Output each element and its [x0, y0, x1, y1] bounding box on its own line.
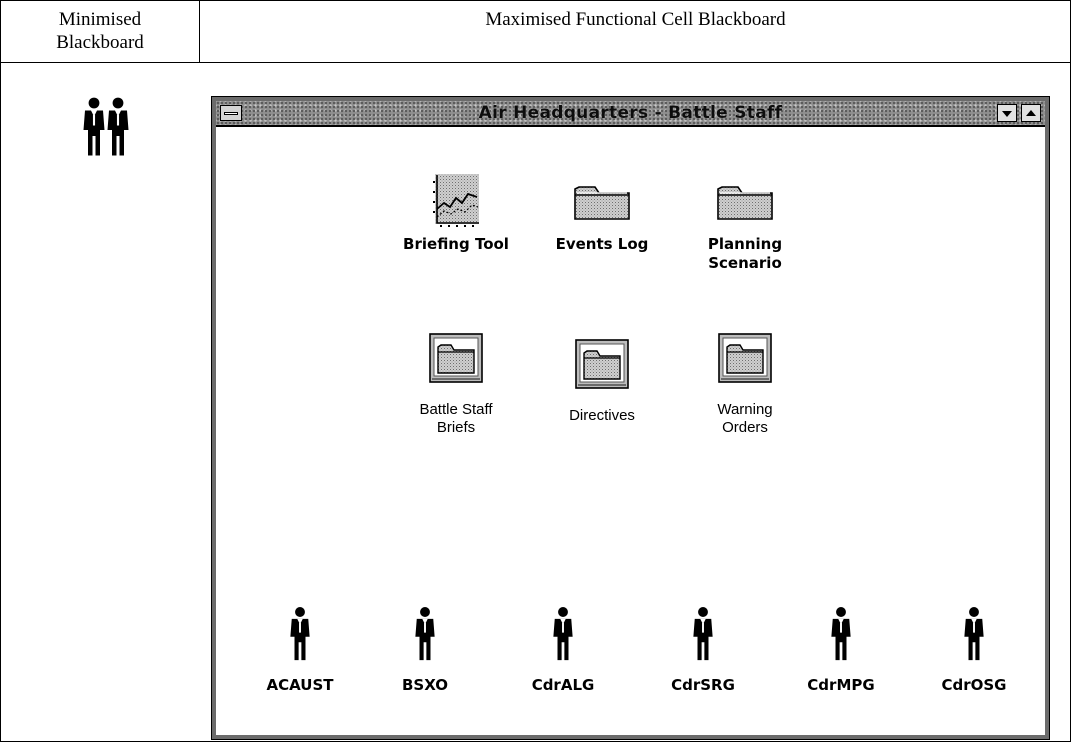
user-cdrsrg[interactable]: CdrSRG	[648, 605, 758, 695]
maximised-header: Maximised Functional Cell Blackboard	[201, 1, 1070, 62]
user-cdralg[interactable]: CdrALG	[508, 605, 618, 695]
battle-staff-window[interactable]: Air Headquarters - Battle Staff Briefing…	[211, 96, 1050, 740]
user-label: ACAUST	[266, 676, 334, 694]
minimised-blackboard-icon[interactable]	[82, 95, 132, 163]
framed-folder-icon	[429, 333, 483, 383]
window-title: Air Headquarters - Battle Staff	[478, 103, 783, 123]
person-icon	[553, 607, 573, 661]
chevron-down-icon	[1002, 111, 1012, 117]
person-icon	[290, 607, 310, 661]
user-cdrmpg[interactable]: CdrMPG	[786, 605, 896, 695]
person-icon	[415, 607, 435, 661]
events-log[interactable]: Events Log	[537, 181, 667, 254]
minimised-header: Minimised Blackboard	[1, 1, 200, 62]
warning-orders[interactable]: Warning Orders	[680, 333, 810, 437]
directives-label: Directives	[569, 407, 635, 424]
user-label: CdrMPG	[807, 676, 875, 694]
user-label: CdrALG	[531, 676, 595, 694]
planning-scenario-label: Planning Scenario	[707, 235, 783, 272]
person-icon	[693, 607, 713, 661]
user-label: CdrSRG	[671, 676, 735, 694]
person-icon	[831, 607, 851, 661]
folder-icon	[716, 181, 774, 221]
maximize-button[interactable]	[1021, 104, 1041, 122]
chevron-up-icon	[1026, 110, 1036, 116]
user-bsxo[interactable]: BSXO	[370, 605, 480, 695]
chart-icon	[431, 173, 481, 229]
user-label: BSXO	[401, 676, 449, 694]
user-label: CdrOSG	[941, 676, 1007, 694]
person-icon	[964, 607, 984, 661]
header-row: Minimised Blackboard Maximised Functiona…	[1, 1, 1070, 63]
battle-staff-briefs-label: Battle Staff Briefs	[419, 401, 493, 436]
framed-folder-icon	[575, 339, 629, 389]
battle-staff-briefs[interactable]: Battle Staff Briefs	[391, 333, 521, 437]
user-cdrosg[interactable]: CdrOSG	[919, 605, 1029, 695]
minimised-header-label: Minimised Blackboard	[56, 9, 144, 53]
user-acaust[interactable]: ACAUST	[245, 605, 355, 695]
planning-scenario[interactable]: Planning Scenario	[680, 181, 810, 273]
briefing-tool[interactable]: Briefing Tool	[391, 173, 521, 254]
maximised-header-label: Maximised Functional Cell Blackboard	[485, 9, 786, 30]
folder-icon	[573, 181, 631, 221]
window-titlebar[interactable]: Air Headquarters - Battle Staff	[216, 101, 1045, 127]
directives[interactable]: Directives	[537, 339, 667, 425]
briefing-tool-label: Briefing Tool	[403, 235, 509, 253]
group-people-icon	[83, 97, 129, 156]
minimize-button[interactable]	[997, 104, 1017, 122]
framed-folder-icon	[718, 333, 772, 383]
events-log-label: Events Log	[555, 235, 649, 253]
warning-orders-label: Warning Orders	[717, 401, 773, 436]
